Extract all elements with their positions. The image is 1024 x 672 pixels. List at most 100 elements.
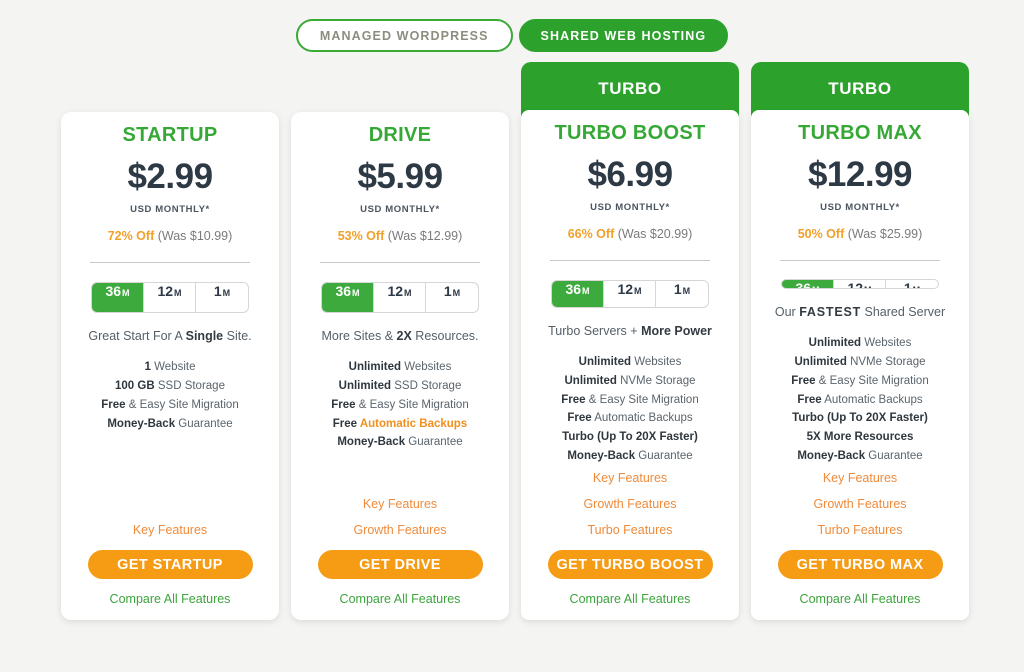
term-option-1m[interactable]: 1M: [656, 280, 708, 307]
feature-text: Guarantee: [405, 436, 463, 449]
purchase-button[interactable]: GET TURBO MAX: [777, 550, 943, 579]
feature-link[interactable]: Growth Features: [583, 491, 676, 517]
feature-text: Websites: [861, 336, 912, 349]
compare-all-features-link[interactable]: Compare All Features: [110, 592, 231, 606]
term-selector[interactable]: 36M12M1M: [321, 282, 479, 313]
feature-highlight: 100 GB: [115, 379, 155, 392]
feature-link[interactable]: Growth Features: [353, 517, 446, 543]
feature-list: Unlimited Websites Unlimited SSD Storage F…: [331, 360, 468, 451]
pricing-card: TURBO MAX $12.99 USD MONTHLY* 50% Off (Was …: [751, 110, 969, 620]
pricing-card: TURBO BOOST $6.99 USD MONTHLY* 66% Off (Was…: [521, 110, 739, 620]
pricing-card: STARTUP $2.99 USD MONTHLY* 72% Off (Was $10…: [61, 112, 279, 620]
feature-link[interactable]: Growth Features: [813, 491, 906, 517]
feature-list: Unlimited Websites Unlimited NVMe Storage…: [561, 355, 698, 465]
feature-text: NVMe Storage: [846, 355, 926, 368]
feature-item: Free Automatic Backups: [561, 411, 698, 427]
plan-price: $5.99: [357, 157, 443, 196]
purchase-button[interactable]: GET STARTUP: [87, 550, 253, 579]
discount-line: 72% Off (Was $10.99): [108, 229, 233, 243]
term-option-12m[interactable]: 12M: [374, 283, 426, 312]
feature-link[interactable]: Key Features: [133, 517, 207, 543]
term-option-36m[interactable]: 36M: [782, 280, 834, 289]
toggle-option-1[interactable]: MANAGED WORDPRESS: [295, 19, 513, 52]
term-option-36m[interactable]: 36M: [552, 280, 604, 307]
feature-list: Unlimited Websites Unlimited NVMe Storage…: [791, 336, 928, 465]
term-number: 12: [617, 280, 634, 297]
feature-highlight: Free: [332, 417, 358, 430]
term-number: 1: [673, 280, 682, 297]
compare-all-features-link[interactable]: Compare All Features: [800, 592, 921, 606]
discount-percent: 53% Off: [337, 229, 385, 243]
feature-text: Website: [150, 361, 196, 373]
discount-line: 53% Off (Was $12.99): [338, 229, 463, 243]
card-actions: Key Features Growth Features Turbo Feature…: [533, 465, 727, 620]
term-option-12m[interactable]: 12M: [144, 283, 196, 312]
term-option-1m[interactable]: 1M: [196, 283, 248, 312]
tagline-prefix: More Sites &: [321, 329, 397, 343]
feature-highlight: Money-Back: [797, 450, 866, 463]
term-unit: M: [812, 285, 820, 288]
term-number: 36: [105, 283, 122, 299]
feature-text: & Easy Site Migration: [585, 393, 699, 406]
purchase-button[interactable]: GET TURBO BOOST: [547, 550, 713, 579]
term-unit: M: [682, 285, 691, 296]
feature-link[interactable]: Key Features: [593, 465, 667, 491]
tagline-prefix: Turbo Servers +: [548, 323, 642, 338]
feature-link[interactable]: Key Features: [823, 465, 897, 491]
purchase-button[interactable]: GET DRIVE: [317, 550, 483, 579]
pricing-card-slot: STARTUP $2.99 USD MONTHLY* 72% Off (Was $10…: [55, 62, 285, 620]
price-period-label: USD MONTHLY*: [820, 202, 900, 213]
feature-highlight: Turbo (Up To 20X Faster): [792, 412, 928, 425]
toggle-option-2[interactable]: SHARED WEB HOSTING: [518, 19, 729, 52]
feature-link[interactable]: Turbo Features: [818, 517, 903, 543]
term-selector[interactable]: 36M12M1M: [781, 279, 939, 289]
feature-list: 1 Website 100 GB SSD Storage Free & Easy S…: [101, 360, 238, 432]
feature-text: Websites: [401, 361, 452, 373]
term-option-12m[interactable]: 12M: [834, 280, 886, 289]
feature-highlight: Unlimited: [348, 361, 402, 373]
pricing-card-slot: TURBO TURBO BOOST $6.99 USD MONTHLY* 66% Off…: [515, 62, 745, 620]
compare-all-features-link[interactable]: Compare All Features: [340, 592, 461, 606]
feature-link[interactable]: Turbo Features: [588, 517, 673, 543]
term-number: 36: [795, 280, 812, 289]
discount-original-price: (Was $12.99): [387, 229, 463, 243]
term-selector[interactable]: 36M12M1M: [91, 282, 249, 313]
turbo-ribbon-label: TURBO: [828, 79, 892, 98]
feature-text: NVMe Storage: [616, 374, 696, 387]
feature-highlight: Unlimited: [578, 355, 632, 368]
plan-tagline: More Sites & 2X Resources.: [321, 329, 478, 343]
feature-text: SSD Storage: [391, 379, 462, 392]
plan-tagline: Turbo Servers + More Power: [548, 324, 712, 338]
feature-highlight: Free: [561, 393, 586, 406]
feature-item: Money-Back Guarantee: [331, 435, 468, 451]
compare-all-features-link[interactable]: Compare All Features: [570, 592, 691, 606]
tagline-prefix: Our: [774, 304, 800, 319]
term-number: 36: [335, 283, 352, 299]
term-option-36m[interactable]: 36M: [322, 283, 374, 312]
term-selector[interactable]: 36M12M1M: [551, 279, 709, 308]
term-option-1m[interactable]: 1M: [426, 283, 478, 312]
feature-item: Money-Back Guarantee: [791, 449, 928, 465]
feature-item: Unlimited Websites: [331, 360, 468, 376]
term-unit: M: [864, 285, 872, 288]
feature-item: Money-Back Guarantee: [101, 417, 238, 433]
feature-item: Free & Easy Site Migration: [331, 398, 468, 414]
term-option-36m[interactable]: 36M: [92, 283, 144, 312]
discount-percent: 50% Off: [797, 227, 845, 241]
turbo-ribbon-label: TURBO: [598, 79, 662, 98]
term-unit: M: [352, 288, 360, 298]
card-actions: Key Features Growth Features GET DRIVE Comp…: [303, 491, 497, 620]
discount-line: 50% Off (Was $25.99): [798, 227, 923, 241]
toggle-option-label: MANAGED WORDPRESS: [319, 28, 489, 43]
feature-highlight: Unlimited: [564, 374, 617, 387]
term-number: 36: [565, 280, 582, 297]
plan-name: TURBO BOOST: [554, 122, 706, 144]
term-unit: M: [913, 285, 921, 288]
term-option-12m[interactable]: 12M: [604, 280, 656, 307]
discount-line: 66% Off (Was $20.99): [568, 227, 693, 241]
term-number: 1: [213, 283, 222, 299]
feature-link[interactable]: Key Features: [363, 491, 437, 517]
feature-highlight: Money-Back: [107, 417, 176, 430]
feature-text: Automatic Backups: [357, 417, 468, 430]
term-option-1m[interactable]: 1M: [886, 280, 938, 288]
